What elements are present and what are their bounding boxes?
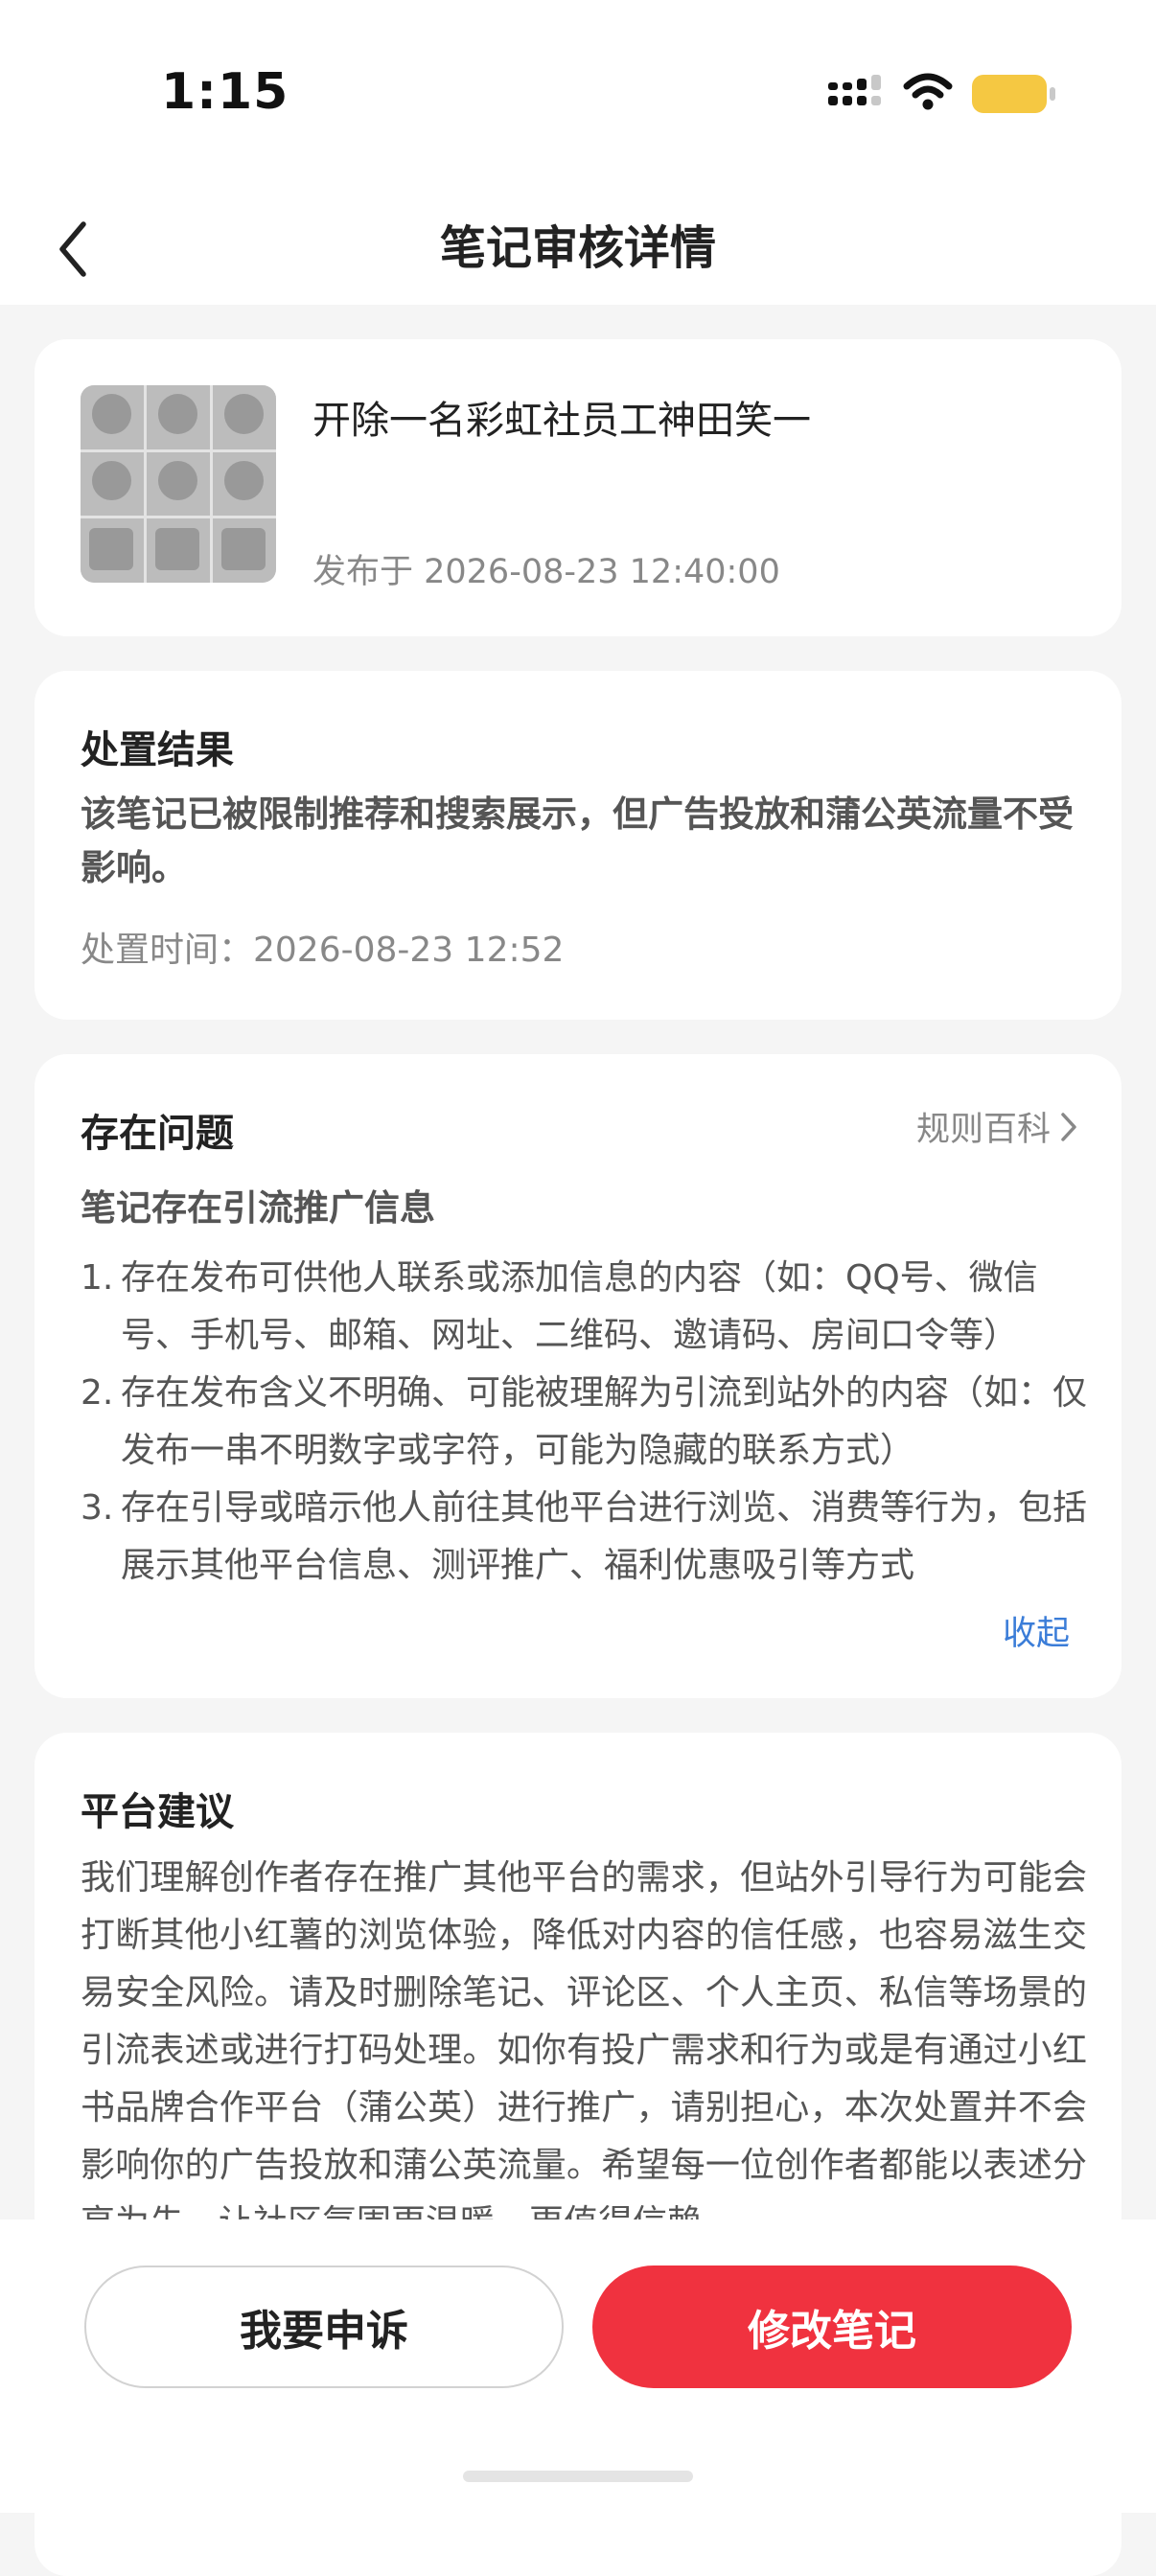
home-indicator [463, 2471, 693, 2482]
list-item-number: 2. [81, 1373, 114, 1413]
nav-bar: 笔记审核详情 [0, 192, 1156, 305]
signal-icon [828, 75, 881, 105]
result-card: 处置结果 该笔记已被限制推荐和搜索展示，但广告投放和蒲公英流量不受影响。 处置时… [35, 671, 1121, 1020]
note-title: 开除一名彩虹社员工神田笑一 [312, 399, 811, 443]
status-time: 1:15 [161, 63, 289, 121]
rules-wiki-link[interactable]: 规则百科 [916, 1102, 1077, 1151]
problem-subtitle: 笔记存在引流推广信息 [81, 1187, 435, 1229]
list-item-text: 存在发布可供他人联系或添加信息的内容（如：QQ号、微信号、手机号、邮箱、网址、二… [121, 1258, 1038, 1355]
wifi-icon [903, 73, 953, 110]
advice-text: 我们理解创作者存在推广其他平台的需求，但站外引导行为可能会打断其他小红薯的浏览体… [81, 1858, 1087, 2242]
list-item: 2. 存在发布含义不明确、可能被理解为引流到站外的内容（如：仅发布一串不明数字或字… [81, 1365, 1087, 1480]
edit-note-button[interactable]: 修改笔记 [592, 2266, 1072, 2388]
bottom-action-bar: 我要申诉 修改笔记 [0, 2220, 1156, 2513]
rules-wiki-label: 规则百科 [915, 1111, 1051, 1149]
list-item-number: 1. [81, 1258, 114, 1298]
note-thumbnail [81, 385, 276, 583]
problem-card: 存在问题 规则百科 笔记存在引流推广信息 1. 存在发布可供他人联系或添加信息的内… [35, 1054, 1121, 1698]
list-item-text: 存在发布含义不明确、可能被理解为引流到站外的内容（如：仅发布一串不明数字或字符，… [121, 1373, 1088, 1470]
result-title: 处置结果 [81, 728, 234, 772]
page-title: 笔记审核详情 [439, 221, 716, 275]
note-publish-date: 发布于 2026-08-23 12:40:00 [312, 553, 780, 591]
list-item-text: 存在引导或暗示他人前往其他平台进行浏览、消费等行为，包括展示其他平台信息、测评推… [121, 1488, 1088, 1585]
status-bar: 1:15 [0, 0, 1156, 192]
battery-icon [972, 75, 1055, 113]
list-item-number: 3. [81, 1488, 114, 1528]
result-text: 该笔记已被限制推荐和搜索展示，但广告投放和蒲公英流量不受影响。 [81, 794, 1074, 888]
result-time: 处置时间：2026-08-23 12:52 [81, 931, 565, 970]
list-item: 3. 存在引导或暗示他人前往其他平台进行浏览、消费等行为，包括展示其他平台信息、测… [81, 1480, 1087, 1595]
advice-title: 平台建议 [81, 1790, 234, 1834]
note-card[interactable]: 开除一名彩虹社员工神田笑一 发布于 2026-08-23 12:40:00 [35, 339, 1121, 636]
list-item: 1. 存在发布可供他人联系或添加信息的内容（如：QQ号、微信号、手机号、邮箱、网址… [81, 1250, 1087, 1365]
chevron-right-icon [1061, 1112, 1076, 1141]
problem-list: 1. 存在发布可供他人联系或添加信息的内容（如：QQ号、微信号、手机号、邮箱、网址… [81, 1250, 1087, 1595]
appeal-button[interactable]: 我要申诉 [84, 2266, 564, 2388]
problem-title: 存在问题 [81, 1112, 234, 1156]
collapse-link[interactable]: 收起 [1003, 1606, 1070, 1655]
